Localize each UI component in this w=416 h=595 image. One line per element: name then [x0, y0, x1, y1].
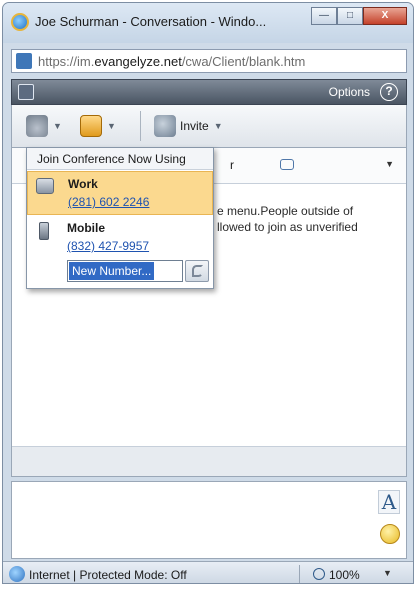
invite-label: Invite: [180, 119, 209, 133]
chevron-down-icon: ▼: [213, 121, 223, 131]
options-link[interactable]: Options: [329, 85, 370, 99]
status-divider: [299, 565, 300, 583]
font-icon[interactable]: A: [378, 490, 400, 514]
item-name: Mobile: [67, 221, 105, 235]
new-number-value: New Number...: [69, 262, 155, 280]
new-number-input[interactable]: New Number...: [67, 260, 183, 282]
app-icon: [18, 84, 34, 100]
globe-icon: [9, 566, 25, 582]
menu-item-mobile[interactable]: Mobile (832) 427-9957: [27, 216, 213, 256]
window-title: Joe Schurman - Conversation - Windo...: [35, 14, 267, 29]
message-compose-area[interactable]: A: [11, 481, 407, 559]
deskphone-icon: [36, 178, 54, 194]
menu-title: Join Conference Now Using: [27, 148, 213, 170]
help-icon[interactable]: ?: [380, 83, 398, 101]
join-conference-menu: Join Conference Now Using Work (281) 602…: [26, 147, 214, 289]
info-text-line: llowed to join as unverified: [217, 220, 358, 234]
phone-number-link[interactable]: (832) 427-9957: [67, 239, 149, 253]
chevron-down-icon[interactable]: ▼: [385, 159, 394, 169]
mobile-phone-icon: [39, 222, 49, 240]
menu-item-work[interactable]: Work (281) 602 2246: [27, 171, 213, 215]
dial-button[interactable]: [185, 260, 209, 282]
phone-icon: [26, 115, 48, 137]
chat-bubble-icon[interactable]: [280, 159, 294, 170]
security-zone-text: Internet | Protected Mode: Off: [29, 568, 187, 582]
app-header-bar: Options ?: [11, 79, 407, 105]
chevron-down-icon[interactable]: ▼: [383, 568, 392, 578]
page-icon: [16, 53, 32, 69]
conversation-toolbar: ▼ ▼ Invite ▼: [11, 105, 407, 147]
title-bar: Joe Schurman - Conversation - Windo... —…: [3, 3, 413, 43]
people-icon: [154, 115, 176, 137]
browser-window: Joe Schurman - Conversation - Windo... —…: [2, 2, 414, 584]
toolbar-divider: [140, 111, 141, 141]
browser-logo-icon: [11, 13, 29, 31]
status-bar: Internet | Protected Mode: Off 100% ▼: [3, 561, 413, 583]
chevron-down-icon: ▼: [53, 121, 62, 131]
info-text-line: e menu.People outside of: [217, 204, 354, 218]
maximize-button[interactable]: □: [337, 7, 363, 25]
address-bar[interactable]: https://im.evangelyze.net/cwa/Client/bla…: [11, 49, 407, 73]
share-button[interactable]: ▼: [80, 111, 121, 141]
header-label: r: [230, 158, 234, 172]
minimize-button[interactable]: —: [311, 7, 337, 25]
close-button[interactable]: X: [363, 7, 407, 25]
chevron-down-icon: ▼: [107, 121, 116, 131]
call-button[interactable]: ▼: [26, 111, 67, 141]
zoom-level[interactable]: 100%: [329, 568, 360, 582]
conversation-footer: [12, 446, 406, 476]
phone-number-link[interactable]: (281) 602 2246: [68, 195, 149, 209]
share-icon: [80, 115, 102, 137]
zoom-icon[interactable]: [313, 568, 325, 580]
handset-icon: [192, 265, 203, 277]
item-name: Work: [68, 177, 98, 191]
address-text[interactable]: https://im.evangelyze.net/cwa/Client/bla…: [38, 54, 305, 69]
window-controls: — □ X: [311, 7, 407, 25]
invite-button[interactable]: Invite ▼: [154, 111, 228, 141]
emoticon-icon[interactable]: [380, 524, 400, 544]
